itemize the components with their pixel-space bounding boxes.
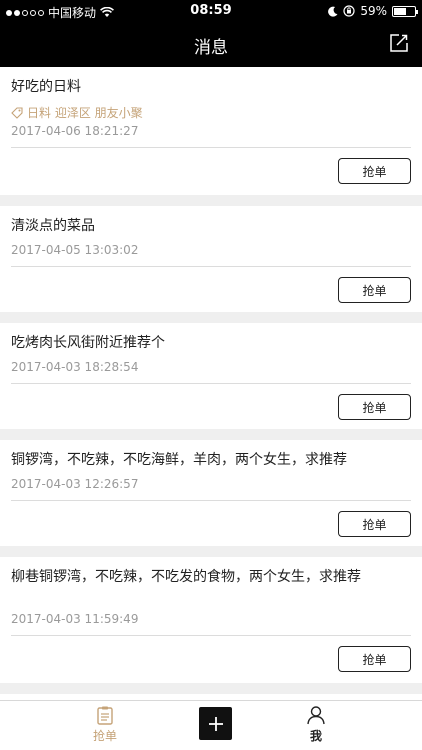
compose-icon[interactable]: [388, 32, 410, 54]
divider: [11, 147, 411, 148]
request-title: 铜锣湾，不吃辣，不吃海鲜，羊肉，两个女生，求推荐: [11, 452, 347, 468]
add-request-button[interactable]: [199, 707, 232, 740]
request-card: 清淡点的菜品 2017-04-05 13:03:02 抢单: [0, 206, 422, 312]
grab-order-button[interactable]: 抢单: [338, 646, 411, 672]
user-icon: [307, 706, 325, 725]
request-card: 铜锣湾，不吃辣，不吃海鲜，羊肉，两个女生，求推荐 2017-04-03 12:2…: [0, 440, 422, 546]
nav-bar: 消息: [0, 22, 422, 67]
request-title: 吃烤肉长风街附近推荐个: [11, 335, 165, 351]
status-bar: 中国移动 08:59 59%: [0, 0, 422, 22]
battery-percent: 59%: [360, 4, 387, 18]
clipboard-icon: [97, 706, 113, 725]
request-title: 柳巷铜锣湾，不吃辣，不吃发的食物，两个女生，求推荐: [11, 569, 361, 585]
request-list[interactable]: 好吃的日料 日料 迎泽区 朋友小聚 2017-04-06 18:21:27 抢单…: [0, 67, 422, 700]
request-date: 2017-04-05 13:03:02: [11, 243, 139, 257]
request-date: 2017-04-03 12:26:57: [11, 477, 139, 491]
divider: [11, 500, 411, 501]
plus-icon: [208, 716, 223, 731]
tag-icon: [11, 106, 23, 119]
tab-orders-label: 抢单: [92, 729, 117, 743]
battery-icon: [392, 5, 418, 17]
tab-me-label: 我: [309, 729, 322, 743]
tab-me[interactable]: 我: [286, 705, 346, 744]
request-date: 2017-04-03 18:28:54: [11, 360, 139, 374]
request-date: 2017-04-06 18:21:27: [11, 124, 139, 138]
rotation-lock-icon: [343, 5, 355, 17]
grab-order-button[interactable]: 抢单: [338, 394, 411, 420]
grab-order-button[interactable]: 抢单: [338, 511, 411, 537]
divider: [11, 266, 411, 267]
request-card: 吃烤肉长风街附近推荐个 2017-04-03 18:28:54 抢单: [0, 323, 422, 429]
tab-bar: 抢单 我: [0, 700, 422, 750]
divider: [11, 635, 411, 636]
request-date: 2017-04-03 11:59:49: [11, 612, 139, 626]
request-title: 好吃的日料: [11, 79, 81, 95]
request-card: 好吃的日料 日料 迎泽区 朋友小聚 2017-04-06 18:21:27 抢单: [0, 67, 422, 195]
request-tags: 日料 迎泽区 朋友小聚: [27, 106, 143, 120]
request-title: 清淡点的菜品: [11, 218, 95, 234]
page-title: 消息: [194, 38, 228, 58]
grab-order-button[interactable]: 抢单: [338, 277, 411, 303]
request-card: 柳巷铜锣湾，不吃辣，不吃发的食物，两个女生，求推荐 2017-04-03 11:…: [0, 557, 422, 683]
divider: [11, 383, 411, 384]
request-tags-row: 日料 迎泽区 朋友小聚: [11, 104, 143, 121]
moon-icon: [328, 6, 338, 17]
grab-order-button[interactable]: 抢单: [338, 158, 411, 184]
tab-orders[interactable]: 抢单: [75, 705, 135, 744]
